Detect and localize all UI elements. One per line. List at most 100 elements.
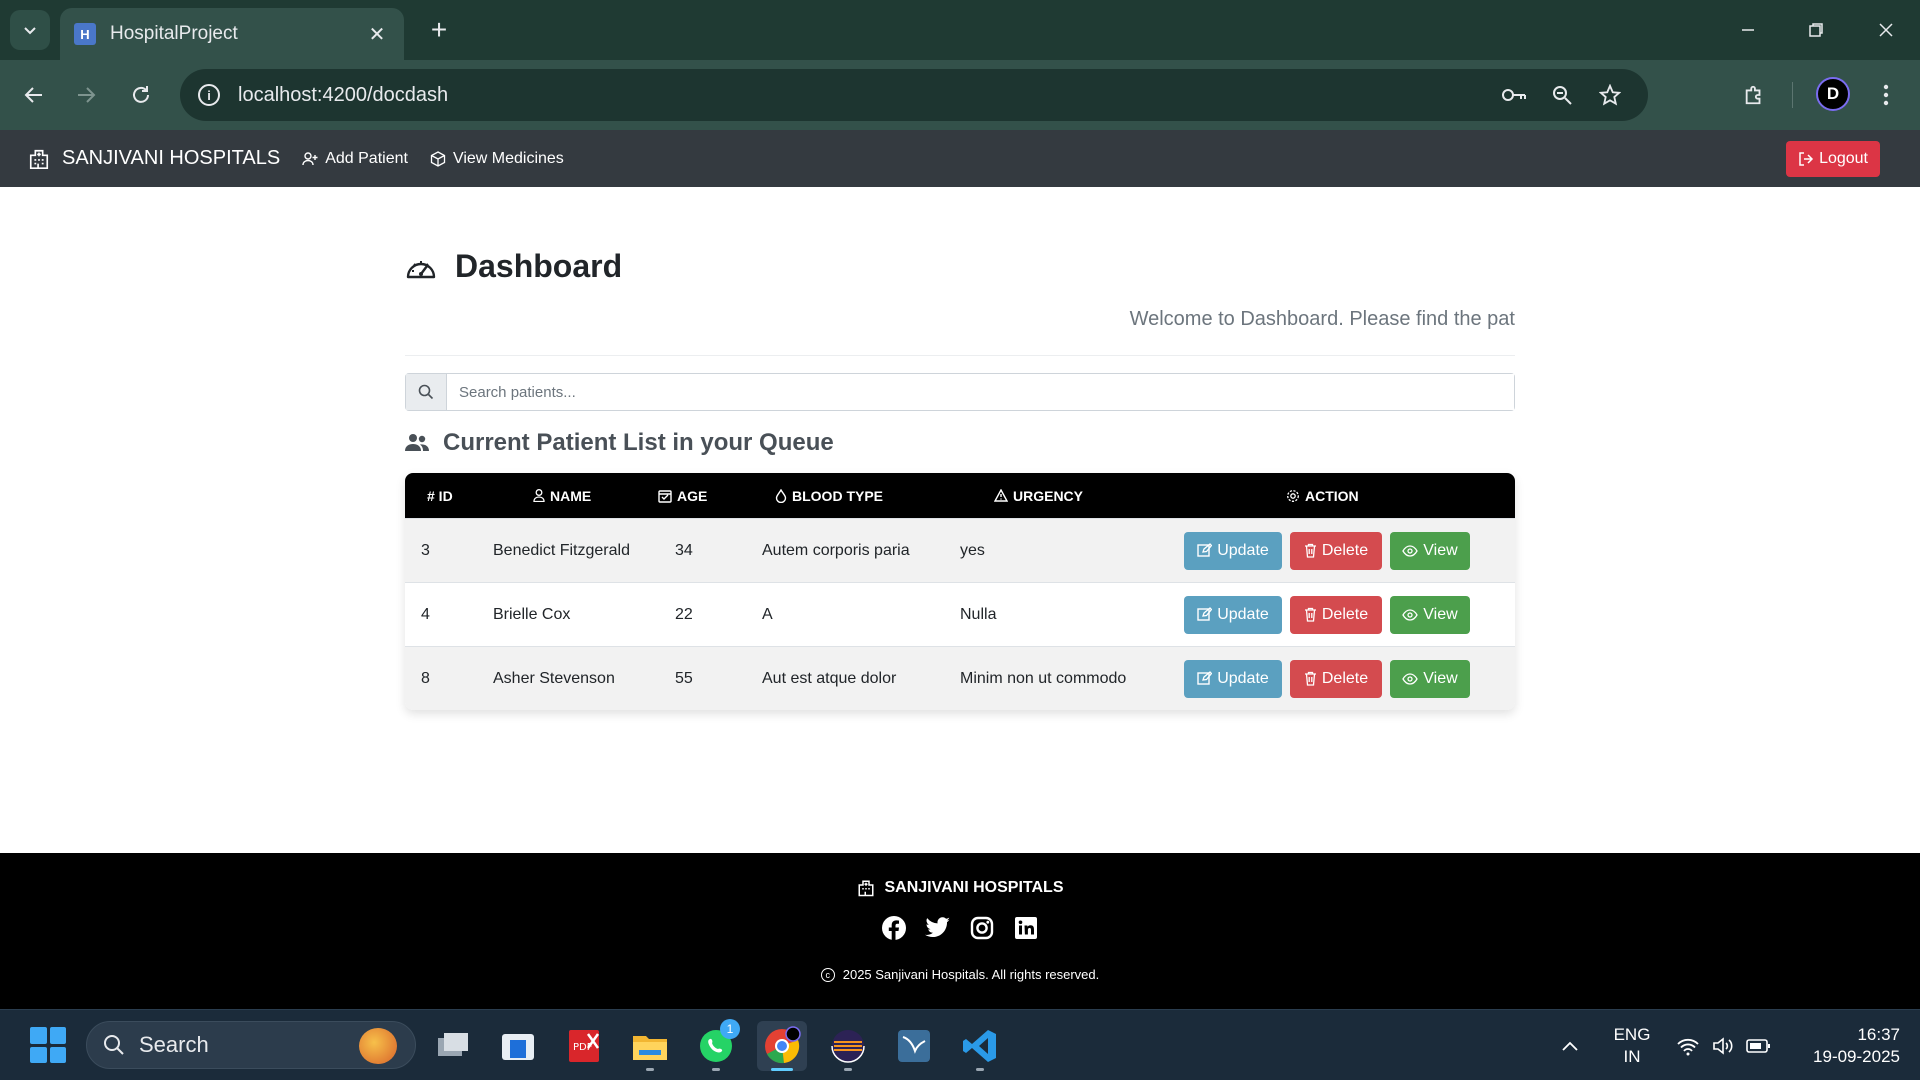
running-indicator	[844, 1068, 852, 1071]
facebook-icon[interactable]	[881, 915, 907, 941]
page-title: Dashboard	[405, 248, 622, 285]
arrow-right-icon	[78, 87, 96, 103]
hospital-icon	[858, 880, 873, 897]
header-id: # ID	[427, 487, 453, 504]
nav-view-medicines[interactable]: View Medicines	[430, 150, 564, 168]
delete-button[interactable]: Delete	[1290, 531, 1382, 570]
update-button[interactable]: Update	[1184, 659, 1282, 698]
address-bar[interactable]: i localhost:4200/docdash	[180, 69, 1648, 121]
cell-id: 3	[421, 541, 430, 559]
section-title: Current Patient List in your Queue	[405, 429, 834, 457]
back-button[interactable]	[14, 75, 54, 115]
tray-overflow-icon[interactable]	[1560, 1010, 1580, 1080]
table-header: # ID NAME AGE BLOOD TYPE URGENCY ACTION	[405, 473, 1515, 518]
cell-name: Asher Stevenson	[493, 669, 615, 687]
cell-actions: Update Delete View	[1184, 659, 1478, 698]
running-indicator	[976, 1068, 984, 1071]
tab-close-icon[interactable]: ✕	[364, 22, 390, 47]
search-icon	[406, 374, 447, 410]
toolbar-divider	[1792, 82, 1793, 108]
language-indicator[interactable]: ENG IN	[1612, 1024, 1652, 1068]
site-footer: SANJIVANI HOSPITALS c 2025 Sanjivani Hos…	[0, 853, 1920, 1009]
cell-id: 8	[421, 669, 430, 687]
store-app-icon[interactable]	[493, 1021, 543, 1071]
cell-age: 55	[675, 669, 693, 687]
header-blood-type: BLOOD TYPE	[775, 488, 994, 504]
warning-icon	[994, 489, 1008, 502]
users-icon	[405, 434, 429, 451]
view-button[interactable]: View	[1390, 531, 1470, 570]
volume-icon[interactable]	[1712, 1010, 1738, 1080]
battery-icon[interactable]	[1746, 1010, 1772, 1080]
system-clock[interactable]: 16:37 19-09-2025	[1790, 1024, 1900, 1068]
mysql-workbench-icon[interactable]	[889, 1021, 939, 1071]
view-button[interactable]: View	[1390, 659, 1470, 698]
close-window-button[interactable]	[1858, 10, 1914, 50]
restore-icon	[1809, 23, 1823, 37]
header-urgency: URGENCY	[994, 488, 1286, 504]
tab-search-button[interactable]	[10, 10, 50, 50]
table-row: 4 Brielle Cox 22 A Nulla Update Delete V…	[405, 582, 1515, 646]
taskbar-search[interactable]: Search	[86, 1021, 416, 1069]
restore-button[interactable]	[1788, 10, 1844, 50]
search-highlight-image	[359, 1028, 397, 1064]
arrow-left-icon	[24, 87, 42, 103]
linkedin-icon[interactable]	[1013, 915, 1039, 941]
browser-tabstrip: H HospitalProject ✕ +	[0, 0, 1920, 60]
zoom-icon[interactable]	[1542, 75, 1582, 115]
new-tab-button[interactable]: +	[422, 12, 456, 48]
close-icon	[1879, 23, 1893, 37]
extensions-button[interactable]	[1734, 75, 1774, 115]
windows-start-icon[interactable]	[30, 1027, 66, 1063]
delete-button[interactable]: Delete	[1290, 659, 1382, 698]
minimize-button[interactable]	[1720, 10, 1776, 50]
cell-age: 34	[675, 541, 693, 559]
logout-button[interactable]: Logout	[1786, 141, 1880, 177]
site-info-icon[interactable]: i	[198, 84, 220, 106]
trash-icon	[1304, 543, 1316, 558]
footer-brand: SANJIVANI HOSPITALS	[0, 879, 1920, 897]
profile-avatar[interactable]: D	[1816, 77, 1850, 111]
reload-button[interactable]	[121, 75, 161, 115]
search-input[interactable]	[447, 374, 1514, 410]
file-explorer-icon[interactable]	[625, 1021, 675, 1071]
password-key-icon[interactable]	[1494, 75, 1534, 115]
vscode-icon[interactable]	[955, 1021, 1005, 1071]
bookmark-star-icon[interactable]	[1590, 75, 1630, 115]
nav-add-patient-label: Add Patient	[325, 149, 408, 167]
whatsapp-icon[interactable]: 1	[691, 1019, 741, 1071]
browser-tab[interactable]: H HospitalProject ✕	[60, 8, 404, 60]
cell-age: 22	[675, 605, 693, 623]
instagram-icon[interactable]	[969, 915, 995, 941]
url-text[interactable]: localhost:4200/docdash	[238, 84, 1486, 107]
browser-toolbar: i localhost:4200/docdash D	[0, 60, 1920, 130]
update-button[interactable]: Update	[1184, 595, 1282, 634]
user-plus-icon	[302, 151, 318, 165]
pdf-app-icon[interactable]: PDF	[559, 1021, 609, 1071]
delete-button[interactable]: Delete	[1290, 595, 1382, 634]
hospital-favicon-icon: H	[74, 23, 96, 45]
browser-menu-button[interactable]	[1866, 75, 1906, 115]
update-button[interactable]: Update	[1184, 531, 1282, 570]
header-age: AGE	[658, 488, 775, 504]
task-view-icon[interactable]	[428, 1021, 478, 1071]
reload-icon	[133, 86, 149, 103]
wifi-icon[interactable]	[1676, 1010, 1700, 1080]
brand-label: SANJIVANI HOSPITALS	[62, 147, 281, 169]
puzzle-icon	[1745, 85, 1761, 105]
view-button[interactable]: View	[1390, 595, 1470, 634]
forward-button[interactable]	[66, 75, 106, 115]
edit-icon	[1197, 607, 1213, 621]
social-links	[0, 915, 1920, 941]
cell-id: 4	[421, 605, 430, 623]
welcome-text: Welcome to Dashboard. Please find the pa…	[1129, 308, 1515, 330]
twitter-icon[interactable]	[925, 915, 951, 941]
header-name: NAME	[493, 488, 675, 504]
eclipse-ide-icon[interactable]	[823, 1021, 873, 1071]
navbar-brand[interactable]: SANJIVANI HOSPITALS	[28, 147, 280, 170]
trash-icon	[1304, 671, 1316, 686]
nav-add-patient[interactable]: Add Patient	[302, 150, 408, 168]
page-title-text: Dashboard	[455, 248, 623, 284]
chevron-down-icon	[24, 27, 36, 35]
chrome-icon[interactable]	[757, 1021, 807, 1071]
